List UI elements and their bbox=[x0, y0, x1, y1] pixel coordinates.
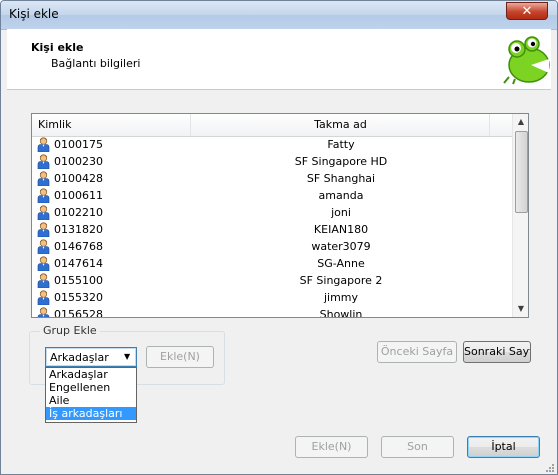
user-icon bbox=[37, 137, 50, 152]
group-option[interactable]: Aile bbox=[46, 394, 136, 407]
row-nickname: water3079 bbox=[311, 240, 371, 253]
row-nickname: SF Singapore 2 bbox=[299, 274, 383, 287]
cancel-button[interactable]: İptal bbox=[467, 436, 540, 458]
row-id: 0100611 bbox=[54, 189, 103, 202]
row-nickname: Fatty bbox=[327, 138, 355, 151]
mascot-logo-icon bbox=[503, 36, 550, 85]
scroll-down-icon[interactable]: ▼ bbox=[513, 301, 528, 317]
row-nickname: amanda bbox=[318, 189, 364, 202]
group-option[interactable]: İş arkadaşları bbox=[46, 407, 136, 420]
table-row[interactable]: 0100175 Fatty bbox=[32, 136, 512, 153]
table-row[interactable]: 0100428 SF Shanghai bbox=[32, 170, 512, 187]
user-icon bbox=[37, 273, 50, 288]
table-row[interactable]: 0146768 water3079 bbox=[32, 238, 512, 255]
table-row[interactable]: 0100611 amanda bbox=[32, 187, 512, 204]
user-icon bbox=[37, 222, 50, 237]
title-bar[interactable]: Kişi ekle ✕ bbox=[1, 1, 557, 30]
row-nickname: KEIAN180 bbox=[313, 223, 369, 236]
row-id: 0147614 bbox=[54, 257, 103, 270]
column-header-nickname[interactable]: Takma ad bbox=[192, 114, 490, 136]
table-row[interactable]: 0147614 SG-Anne bbox=[32, 255, 512, 272]
group-dropdown-list: Arkadaşlar Engellenen Aile İş arkadaşları bbox=[45, 367, 137, 423]
row-id: 0155320 bbox=[54, 291, 103, 304]
table-row[interactable]: 0156528 Showlin bbox=[32, 306, 512, 318]
group-select-value: Arkadaşlar bbox=[50, 351, 109, 364]
header-title: Kişi ekle bbox=[31, 41, 84, 54]
list-rows: 0100175 Fatty 0100230 SF Singapore HD 010042… bbox=[32, 136, 512, 318]
resize-grip-icon[interactable] bbox=[545, 463, 555, 473]
contact-list[interactable]: Kimlik Takma ad 0100175 Fatty 0100230 SF Si… bbox=[31, 113, 529, 318]
user-icon bbox=[37, 171, 50, 186]
row-id: 0156528 bbox=[54, 308, 103, 318]
row-id: 0102210 bbox=[54, 206, 103, 219]
list-header: Kimlik Takma ad bbox=[32, 114, 512, 137]
group-option[interactable]: Engellenen bbox=[46, 381, 136, 394]
window-title: Kişi ekle bbox=[9, 7, 59, 21]
group-option[interactable]: Arkadaşlar bbox=[46, 368, 136, 381]
finish-button[interactable]: Son bbox=[381, 436, 454, 458]
group-select[interactable]: Arkadaşlar ▼ bbox=[45, 347, 137, 367]
user-icon bbox=[37, 188, 50, 203]
add-contact-window: Kişi ekle ✕ Kişi ekle Bağlantı bilgileri… bbox=[0, 0, 558, 475]
row-id: 0131820 bbox=[54, 223, 103, 236]
table-row[interactable]: 0131820 KEIAN180 bbox=[32, 221, 512, 238]
column-header-id[interactable]: Kimlik bbox=[32, 114, 191, 136]
row-nickname: jimmy bbox=[323, 291, 359, 304]
vertical-scrollbar[interactable]: ▲ ▼ bbox=[512, 114, 528, 317]
wizard-header: Kişi ekle Bağlantı bilgileri bbox=[7, 29, 551, 90]
user-icon bbox=[37, 256, 50, 271]
header-subtitle: Bağlantı bilgileri bbox=[51, 57, 141, 70]
row-nickname: SF Shanghai bbox=[306, 172, 376, 185]
group-add-legend: Grup Ekle bbox=[40, 324, 100, 337]
row-id: 0100428 bbox=[54, 172, 103, 185]
user-icon bbox=[37, 239, 50, 254]
table-row[interactable]: 0102210 joni bbox=[32, 204, 512, 221]
scroll-up-icon[interactable]: ▲ bbox=[513, 114, 528, 130]
table-row[interactable]: 0155100 SF Singapore 2 bbox=[32, 272, 512, 289]
row-nickname: SG-Anne bbox=[317, 257, 365, 270]
row-nickname: Showlin bbox=[319, 308, 363, 318]
row-id: 0155100 bbox=[54, 274, 103, 287]
row-id: 0100230 bbox=[54, 155, 103, 168]
table-row[interactable]: 0100230 SF Singapore HD bbox=[32, 153, 512, 170]
row-nickname: SF Singapore HD bbox=[294, 155, 388, 168]
row-id: 0146768 bbox=[54, 240, 103, 253]
close-button[interactable]: ✕ bbox=[506, 2, 548, 20]
chevron-down-icon[interactable]: ▼ bbox=[124, 352, 130, 361]
group-add-button[interactable]: Ekle(N) bbox=[146, 346, 214, 368]
row-id: 0100175 bbox=[54, 138, 103, 151]
user-icon bbox=[37, 205, 50, 220]
previous-page-button[interactable]: Önceki Sayfa bbox=[377, 341, 457, 363]
table-row[interactable]: 0155320 jimmy bbox=[32, 289, 512, 306]
user-icon bbox=[37, 290, 50, 305]
add-button[interactable]: Ekle(N) bbox=[295, 436, 368, 458]
user-icon bbox=[37, 307, 50, 317]
scroll-thumb[interactable] bbox=[515, 131, 528, 213]
row-nickname: joni bbox=[331, 206, 351, 219]
user-icon bbox=[37, 154, 50, 169]
next-page-button[interactable]: Sonraki Sayfa bbox=[463, 341, 531, 363]
